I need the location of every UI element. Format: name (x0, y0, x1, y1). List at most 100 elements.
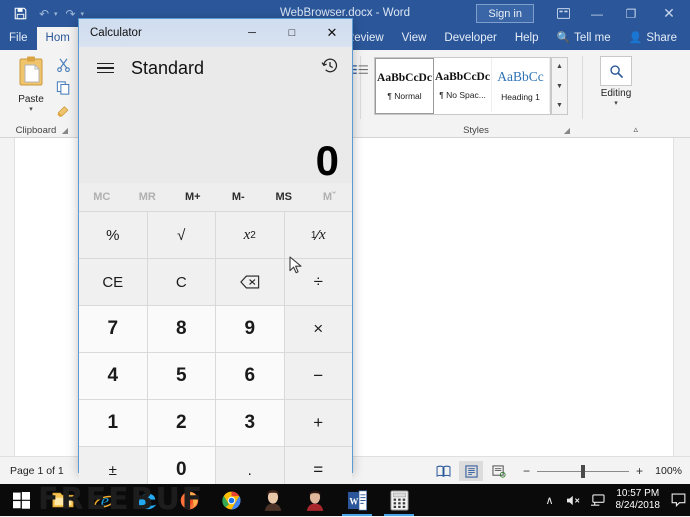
show-hidden-icons-button[interactable]: ∧ (538, 494, 562, 507)
page-count-label[interactable]: Page 1 of 1 (10, 465, 64, 477)
undo-dropdown-icon[interactable]: ▾ (54, 10, 58, 18)
clear-key[interactable]: C (148, 259, 216, 305)
cut-icon[interactable] (56, 58, 71, 77)
zoom-in-button[interactable]: + (634, 464, 645, 478)
paragraph-marks-icon[interactable] (352, 64, 369, 82)
zoom-slider[interactable] (537, 471, 629, 472)
calculator-header: Standard (79, 47, 352, 89)
clipboard-dialog-launcher[interactable]: ◢ (62, 126, 68, 135)
backspace-key[interactable] (216, 259, 284, 305)
style-no-spacing[interactable]: AaBbCcDc ¶ No Spac... (434, 58, 492, 112)
undo-icon[interactable]: ↶ (33, 4, 55, 24)
calculator-display: 0 (79, 89, 352, 183)
square-key[interactable]: x2 (216, 212, 284, 258)
tab-view[interactable]: View (393, 27, 436, 50)
taskbar-calculator[interactable] (378, 484, 420, 516)
digit-3-key[interactable]: 3 (216, 400, 284, 446)
sign-in-button[interactable]: Sign in (476, 4, 534, 23)
volume-muted-icon[interactable] (562, 494, 586, 507)
zoom-level-label[interactable]: 100% (650, 465, 682, 477)
ribbon-group-styles: AaBbCcDc ¶ Normal AaBbCcDc ¶ No Spac... … (368, 50, 584, 137)
save-icon[interactable] (9, 4, 31, 24)
divide-key[interactable]: ÷ (285, 259, 353, 305)
calculator-title-bar: Calculator ─ □ ✕ (79, 19, 352, 47)
memory-recall-button[interactable]: MR (125, 183, 171, 211)
start-button[interactable] (0, 484, 42, 516)
history-icon[interactable] (321, 57, 339, 80)
search-icon: 🔍 (556, 32, 570, 44)
collapse-ribbon-icon[interactable]: ▵ (633, 124, 638, 135)
styles-scroll-down-icon[interactable]: ▼ (552, 78, 567, 95)
close-icon[interactable]: ✕ (648, 0, 690, 27)
digit-5-key[interactable]: 5 (148, 353, 216, 399)
read-mode-view-button[interactable] (431, 461, 455, 481)
tell-me-button[interactable]: 🔍Tell me (547, 27, 619, 50)
memory-list-button[interactable]: Mˇ (307, 183, 353, 211)
memory-clear-button[interactable]: MC (79, 183, 125, 211)
print-layout-view-button[interactable] (459, 461, 483, 481)
zoom-out-button[interactable]: − (521, 464, 532, 478)
tab-help[interactable]: Help (506, 27, 548, 50)
multiply-key[interactable]: × (285, 306, 353, 352)
minimize-icon[interactable]: — (580, 0, 614, 27)
digit-7-key[interactable]: 7 (79, 306, 147, 352)
tab-developer[interactable]: Developer (435, 27, 505, 50)
editing-dropdown-icon[interactable]: ▾ (596, 99, 636, 107)
calculator-window: Calculator ─ □ ✕ Standard 0 MC MR M+ M- … (78, 18, 353, 473)
style-heading-1[interactable]: AaBbCс Heading 1 (492, 58, 550, 112)
share-button[interactable]: 👤Share (620, 27, 686, 50)
memory-store-button[interactable]: MS (261, 183, 307, 211)
tab-file[interactable]: File (0, 27, 37, 50)
action-center-icon[interactable] (666, 493, 690, 507)
digit-9-key[interactable]: 9 (216, 306, 284, 352)
editing-button[interactable]: Editing ▾ (596, 56, 636, 107)
memory-add-button[interactable]: M+ (170, 183, 216, 211)
tab-home[interactable]: Hom (37, 27, 79, 50)
digit-4-key[interactable]: 4 (79, 353, 147, 399)
zoom-slider-thumb[interactable] (581, 465, 585, 478)
styles-gallery-scroll: ▲ ▼ ▼ (551, 57, 568, 115)
styles-dialog-launcher[interactable]: ◢ (564, 126, 570, 135)
clock-time: 10:57 PM (616, 488, 661, 500)
digit-2-key[interactable]: 2 (148, 400, 216, 446)
memory-subtract-button[interactable]: M- (216, 183, 262, 211)
watermark: FREEBUF (38, 484, 318, 516)
styles-more-icon[interactable]: ▼ (552, 97, 567, 114)
subtract-key[interactable]: − (285, 353, 353, 399)
network-icon[interactable] (586, 494, 610, 507)
copy-icon[interactable] (56, 81, 71, 100)
style-name: Heading 1 (501, 92, 540, 102)
digit-1-key[interactable]: 1 (79, 400, 147, 446)
reciprocal-key[interactable]: 1⁄x (285, 212, 353, 258)
zoom-controls: − + 100% (521, 464, 682, 478)
taskbar-word[interactable]: W (336, 484, 378, 516)
paste-button[interactable]: Paste ▾ (8, 56, 54, 113)
calculator-keypad: % √ x2 1⁄x CE C ÷ 7 8 9 × 4 5 6 − 1 2 3 … (79, 211, 352, 493)
percent-key[interactable]: % (79, 212, 147, 258)
clear-entry-key[interactable]: CE (79, 259, 147, 305)
ribbon-display-options-icon[interactable] (546, 0, 580, 27)
calc-close-button[interactable]: ✕ (312, 19, 352, 47)
style-normal[interactable]: AaBbCcDc ¶ Normal (375, 58, 434, 114)
restore-icon[interactable]: ❐ (614, 0, 648, 27)
format-painter-icon[interactable] (56, 104, 71, 123)
styles-group-label: Styles (368, 125, 584, 136)
square-root-key[interactable]: √ (148, 212, 216, 258)
calc-minimize-button[interactable]: ─ (232, 19, 272, 47)
styles-scroll-up-icon[interactable]: ▲ (552, 58, 567, 75)
calculator-title: Calculator (79, 27, 232, 39)
customize-qat-icon[interactable]: ▾ (81, 10, 85, 18)
calc-maximize-button[interactable]: □ (272, 19, 312, 47)
calculator-mode-label: Standard (131, 58, 204, 79)
hamburger-menu-icon[interactable] (85, 63, 125, 74)
add-key[interactable]: + (285, 400, 353, 446)
clock[interactable]: 10:57 PM 8/24/2018 (610, 488, 667, 512)
style-preview: AaBbCcDc (435, 71, 490, 83)
digit-6-key[interactable]: 6 (216, 353, 284, 399)
digit-8-key[interactable]: 8 (148, 306, 216, 352)
styles-gallery: AaBbCcDc ¶ Normal AaBbCcDc ¶ No Spac... … (374, 57, 551, 115)
web-layout-view-button[interactable] (487, 461, 511, 481)
paste-dropdown-icon[interactable]: ▾ (8, 105, 54, 113)
calculator-display-value: 0 (316, 141, 338, 181)
title-bar-controls: Sign in — ❐ ✕ (476, 0, 690, 27)
